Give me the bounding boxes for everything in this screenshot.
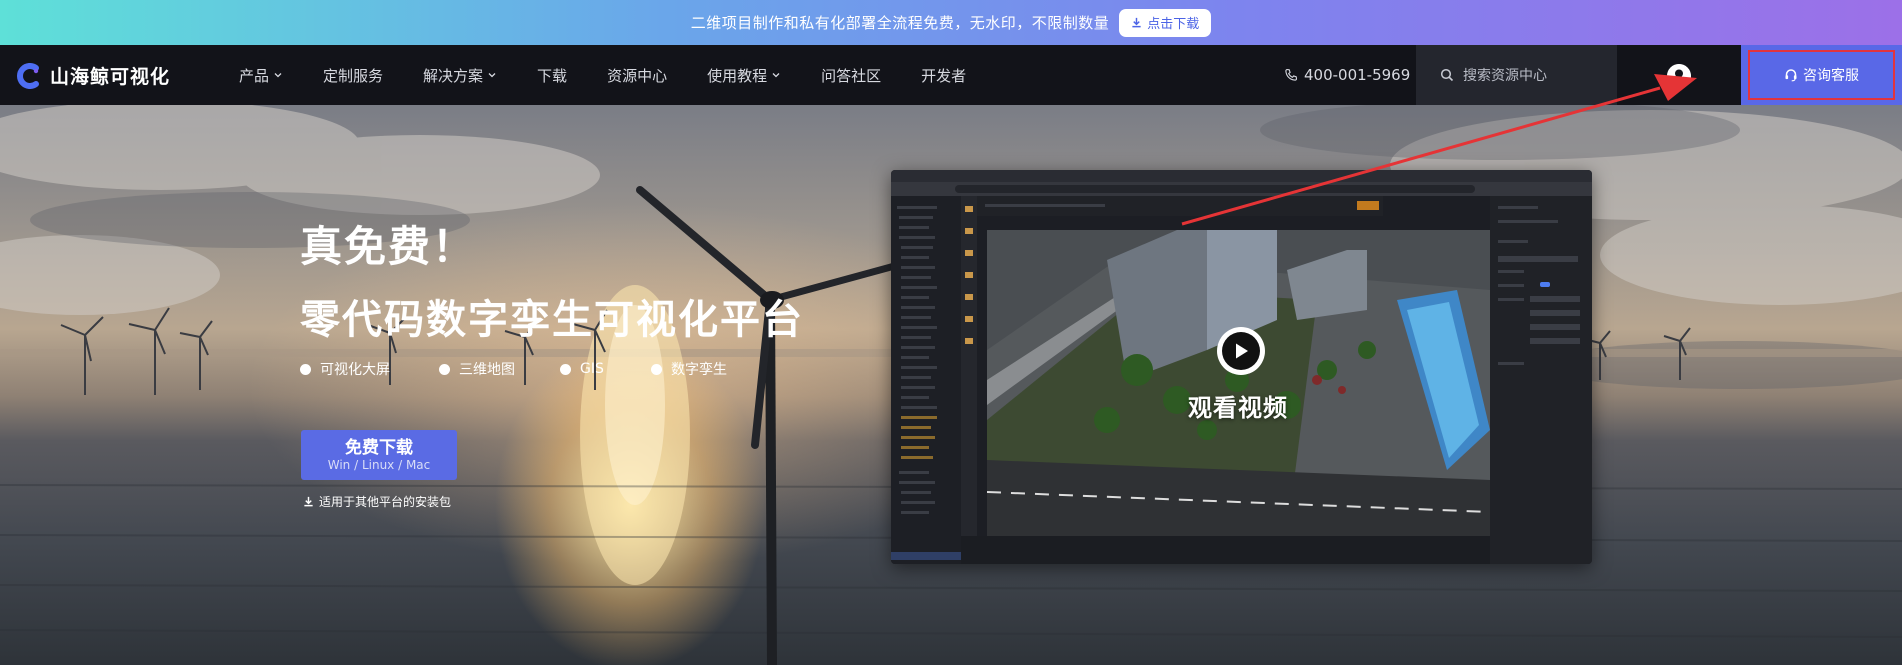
feature-item: 可视化大屏 bbox=[300, 359, 439, 379]
user-avatar-button[interactable] bbox=[1667, 64, 1691, 88]
download-icon bbox=[304, 496, 313, 507]
chevron-down-icon bbox=[772, 73, 780, 78]
nav-item-developers[interactable]: 开发者 bbox=[921, 65, 966, 86]
top-nav: 山海鲸可视化 产品 定制服务 解决方案 下载 资源中心 使用教程 问答社区 开发… bbox=[0, 45, 1902, 105]
promo-download-button[interactable]: 点击下载 bbox=[1119, 8, 1212, 37]
feature-list: 可视化大屏 三维地图 GIS 数字孪生 bbox=[300, 359, 727, 379]
nav-item-product[interactable]: 产品 bbox=[239, 65, 283, 86]
feature-item: 三维地图 bbox=[439, 359, 560, 379]
nav-item-community[interactable]: 问答社区 bbox=[821, 65, 881, 86]
logo-icon bbox=[17, 62, 39, 89]
bullet-icon bbox=[560, 363, 571, 375]
download-icon bbox=[1132, 17, 1141, 28]
nav-item-label: 使用教程 bbox=[707, 66, 768, 85]
nav-item-label: 下载 bbox=[537, 66, 568, 85]
nav-item-resources[interactable]: 资源中心 bbox=[607, 65, 667, 86]
video-preview[interactable]: 观看视频 bbox=[891, 170, 1592, 564]
play-icon bbox=[1222, 332, 1260, 370]
search-placeholder: 搜索资源中心 bbox=[1463, 68, 1547, 84]
promo-banner: 二维项目制作和私有化部署全流程免费，无水印，不限制数量 点击下载 bbox=[0, 0, 1902, 45]
search-input[interactable]: 搜索资源中心 bbox=[1416, 45, 1617, 105]
hero-section: 真免费！ 零代码数字孪生可视化平台 可视化大屏 三维地图 GIS 数字孪生 免费… bbox=[0, 105, 1902, 665]
download-label: 免费下载 bbox=[345, 437, 413, 458]
nav-item-label: 资源中心 bbox=[607, 66, 668, 85]
nav-item-tutorials[interactable]: 使用教程 bbox=[707, 65, 781, 86]
nav-item-download[interactable]: 下载 bbox=[537, 65, 567, 86]
editor-properties-panel bbox=[1490, 196, 1592, 564]
other-platforms-link[interactable]: 适用于其他平台的安装包 bbox=[303, 493, 451, 510]
hero-title: 真免费！ bbox=[300, 222, 477, 271]
download-platforms: Win / Linux / Mac bbox=[327, 457, 431, 472]
consult-label: 咨询客服 bbox=[1803, 68, 1859, 84]
nav-item-label: 产品 bbox=[239, 66, 270, 85]
browser-address-bar bbox=[891, 182, 1592, 196]
editor-layer-tree bbox=[891, 196, 961, 564]
feature-label: 三维地图 bbox=[459, 362, 515, 378]
phone-number: 400-001-5969 bbox=[1304, 66, 1411, 84]
nav-item-label: 定制服务 bbox=[323, 66, 384, 85]
feature-label: 数字孪生 bbox=[671, 362, 727, 378]
nav-item-label: 问答社区 bbox=[821, 66, 882, 85]
hero-subtitle: 零代码数字孪生可视化平台 bbox=[300, 297, 804, 343]
bullet-icon bbox=[439, 363, 450, 375]
feature-item: 数字孪生 bbox=[651, 359, 727, 379]
user-icon bbox=[1667, 64, 1691, 88]
headset-icon bbox=[1785, 69, 1797, 82]
nav-item-label: 开发者 bbox=[921, 66, 967, 85]
watch-video-label: 观看视频 bbox=[1188, 394, 1288, 422]
other-platforms-label: 适用于其他平台的安装包 bbox=[319, 495, 452, 509]
bullet-icon bbox=[300, 363, 311, 375]
consult-highlight-box: 咨询客服 bbox=[1748, 50, 1895, 100]
free-download-button[interactable]: 免费下载 Win / Linux / Mac bbox=[301, 430, 457, 480]
promo-download-label: 点击下载 bbox=[1147, 17, 1200, 32]
consult-service-button[interactable]: 咨询客服 bbox=[1741, 45, 1902, 105]
nav-menu: 产品 定制服务 解决方案 下载 资源中心 使用教程 问答社区 开发者 bbox=[239, 45, 1006, 105]
video-3d-scene bbox=[987, 230, 1490, 536]
feature-label: GIS bbox=[580, 361, 604, 377]
logo[interactable]: 山海鲸可视化 bbox=[16, 62, 170, 89]
phone-icon bbox=[1285, 68, 1298, 81]
chevron-down-icon bbox=[488, 73, 496, 78]
feature-item: GIS bbox=[560, 359, 651, 379]
nav-item-solutions[interactable]: 解决方案 bbox=[423, 65, 497, 86]
search-icon bbox=[1440, 68, 1454, 82]
chevron-down-icon bbox=[274, 73, 282, 78]
phone-contact[interactable]: 400-001-5969 bbox=[1284, 45, 1410, 105]
play-button[interactable] bbox=[1217, 327, 1265, 375]
brand-name: 山海鲸可视化 bbox=[50, 66, 171, 88]
nav-item-label: 解决方案 bbox=[423, 66, 484, 85]
editor-toolbar bbox=[977, 196, 1383, 216]
promo-text: 二维项目制作和私有化部署全流程免费，无水印，不限制数量 bbox=[690, 14, 1110, 32]
nav-item-custom-service[interactable]: 定制服务 bbox=[323, 65, 383, 86]
feature-label: 可视化大屏 bbox=[320, 362, 390, 378]
browser-tab-strip bbox=[891, 170, 1592, 182]
editor-icon-column bbox=[961, 196, 977, 564]
bullet-icon bbox=[651, 363, 662, 375]
editor-statusbar bbox=[961, 536, 1490, 564]
